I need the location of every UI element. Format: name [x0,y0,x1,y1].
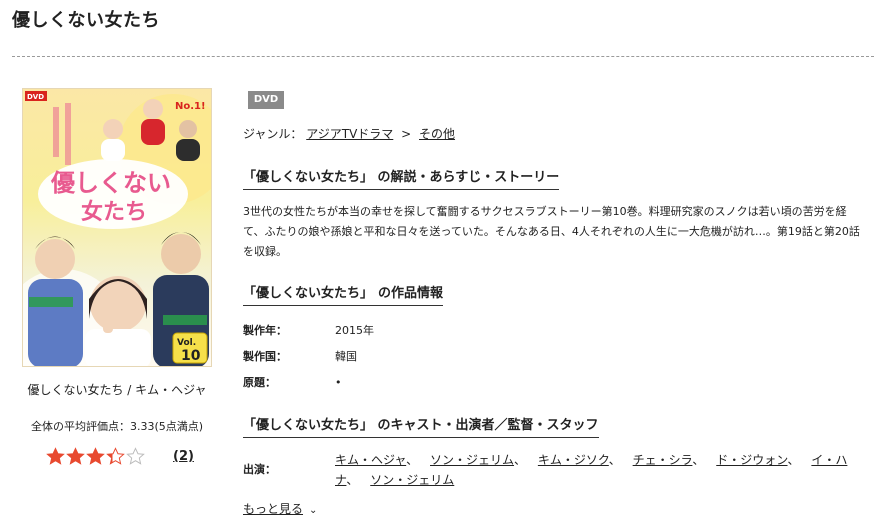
work-info-heading-suffix: の作品情報 [378,286,444,301]
cast-link[interactable]: ソン・ジェリム [370,473,454,487]
cast-link[interactable]: ド・ジウォン [716,453,787,467]
dvd-cover-image[interactable]: DVD No.1! 優しくない 女たち Vol. 10 [22,88,212,367]
breadcrumb-separator: > [401,127,412,141]
work-info-table: 製作年： 2015年 製作国： 韓国 原題： • [243,317,374,395]
synopsis-text: 3世代の女性たちが本当の幸せを探して奮闘するサクセスラブストーリー第10巻。料理… [243,205,860,258]
genre-label: ジャンル： [243,127,303,141]
info-label: 製作国： [243,350,287,363]
cast-separator: 、 [346,473,359,487]
cast-link[interactable]: キム・ヘジャ [335,453,406,467]
chevron-down-icon: ⌄ [309,505,318,516]
cast-heading: 「優しくない女たち」 のキャスト・出演者／監督・スタッフ [243,414,599,438]
review-count-link[interactable]: (2) [173,449,194,464]
info-label: 原題： [243,376,276,389]
info-value: • [335,375,342,389]
average-rating-text: 全体の平均評価点：3.33(5点満点) [30,420,204,433]
show-more-link[interactable]: もっと見る ⌄ [243,500,317,517]
star-icon [66,447,85,465]
header-divider [12,56,874,57]
cover-title-line1: 優しくない [50,169,171,197]
genre-breadcrumb: ジャンル： アジアTVドラマ > その他 [243,125,455,142]
info-row-original-title: 原題： • [243,369,374,395]
info-value: 韓国 [335,350,357,363]
cover-no1-label: No.1! [175,101,206,112]
show-more-label: もっと見る [243,502,304,516]
synopsis-heading: 「優しくない女たち」 の解説・あらすじ・ストーリー [243,166,560,190]
work-info-heading: 「優しくない女たち」 の作品情報 [243,282,444,306]
cast-link[interactable]: ソン・ジェリム [430,453,514,467]
cast-list: キム・ヘジャ、 ソン・ジェリム、 キム・ジソク、 チェ・シラ、 ド・ジウォン、 … [335,450,855,490]
cast-separator: 、 [692,453,705,467]
cover-vol-label: Vol. [177,338,196,348]
format-badge: DVD [248,91,284,109]
star-icon [126,447,145,465]
star-icon [86,447,105,465]
cast-row: 出演： キム・ヘジャ、 ソン・ジェリム、 キム・ジソク、 チェ・シラ、 ド・ジウ… [243,450,863,490]
info-value: 2015年 [335,324,374,337]
genre-link-asian-tv-drama[interactable]: アジアTVドラマ [306,127,393,141]
item-caption: 優しくない女たち / キム・ヘジャ [27,383,207,397]
work-info-heading-title: 「優しくない女たち」 [243,286,374,301]
star-icon [46,447,65,465]
cast-link[interactable]: チェ・シラ [633,453,693,467]
info-row-production-country: 製作国： 韓国 [243,343,374,369]
cast-separator: 、 [406,453,419,467]
cover-dvd-label: DVD [27,93,44,101]
cast-separator: 、 [787,453,800,467]
rating-stars [46,447,145,466]
genre-link-other[interactable]: その他 [419,127,455,141]
star-icon [106,447,125,465]
cast-separator: 、 [514,453,527,467]
cast-separator: 、 [608,453,621,467]
cover-title-line2: 女たち [81,199,147,225]
info-label: 製作年： [243,324,287,337]
cast-link[interactable]: キム・ジソク [538,453,609,467]
info-row-production-year: 製作年： 2015年 [243,317,374,343]
cover-vol-number: 10 [181,348,201,364]
cast-label: 出演： [243,463,276,476]
page-title: 優しくない女たち [12,10,160,31]
